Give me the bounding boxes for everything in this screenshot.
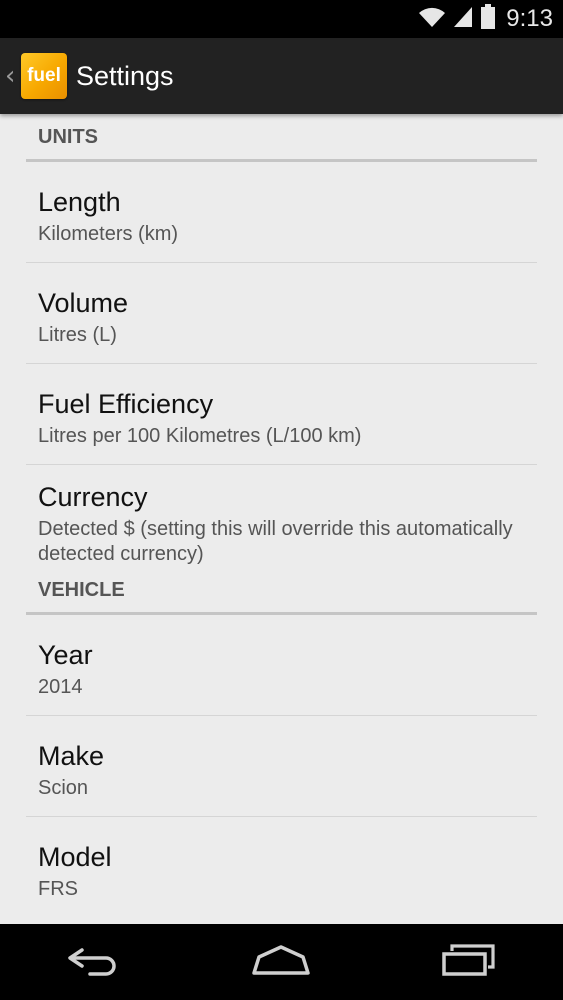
pref-title: Fuel Efficiency bbox=[38, 389, 214, 419]
pref-currency[interactable]: Currency Detected $ (setting this will o… bbox=[26, 465, 537, 567]
recents-button[interactable] bbox=[424, 932, 514, 992]
app-logo-text: fuel bbox=[27, 65, 61, 86]
navigation-bar bbox=[0, 924, 563, 1000]
pref-title: Length bbox=[38, 187, 121, 217]
signal-icon bbox=[452, 5, 474, 33]
recents-icon bbox=[440, 943, 498, 981]
home-icon bbox=[251, 943, 311, 981]
pref-make[interactable]: Make Scion bbox=[26, 716, 537, 817]
action-bar: ‹ fuel Settings bbox=[0, 38, 563, 114]
pref-year[interactable]: Year 2014 bbox=[26, 615, 537, 716]
status-time: 9:13 bbox=[506, 5, 553, 32]
battery-icon bbox=[480, 4, 496, 34]
pref-title: Year bbox=[38, 640, 93, 670]
pref-title: Currency bbox=[38, 482, 148, 512]
status-icons: 9:13 bbox=[418, 4, 553, 34]
home-button[interactable] bbox=[236, 932, 326, 992]
category-vehicle: VEHICLE bbox=[26, 567, 537, 615]
pref-title: Volume bbox=[38, 288, 129, 318]
pref-length[interactable]: Length Kilometers (km) bbox=[26, 162, 537, 263]
category-units: UNITS bbox=[26, 114, 537, 162]
pref-summary: 2014 bbox=[38, 676, 83, 698]
status-bar: 9:13 bbox=[0, 0, 563, 38]
back-icon bbox=[66, 944, 122, 980]
pref-summary: Litres per 100 Kilometres (L/100 km) bbox=[38, 425, 362, 447]
pref-volume[interactable]: Volume Litres (L) bbox=[26, 263, 537, 364]
pref-summary: Kilometers (km) bbox=[38, 223, 179, 245]
app-logo: fuel bbox=[21, 53, 67, 99]
pref-summary: FRS bbox=[38, 878, 78, 900]
pref-title: Make bbox=[38, 741, 105, 771]
settings-list[interactable]: UNITS Length Kilometers (km) Volume Litr… bbox=[0, 114, 563, 924]
up-button[interactable]: ‹ fuel bbox=[0, 38, 67, 114]
chevron-left-icon: ‹ bbox=[5, 61, 16, 91]
pref-summary: Litres (L) bbox=[38, 324, 117, 346]
pref-fuel-efficiency[interactable]: Fuel Efficiency Litres per 100 Kilometre… bbox=[26, 364, 537, 465]
wifi-icon bbox=[418, 5, 446, 33]
pref-summary: Scion bbox=[38, 777, 89, 799]
pref-model[interactable]: Model FRS bbox=[26, 817, 537, 918]
back-button[interactable] bbox=[49, 932, 139, 992]
pref-title: Model bbox=[38, 842, 112, 872]
pref-summary: Detected $ (setting this will override t… bbox=[38, 518, 513, 565]
page-title: Settings bbox=[76, 60, 174, 91]
